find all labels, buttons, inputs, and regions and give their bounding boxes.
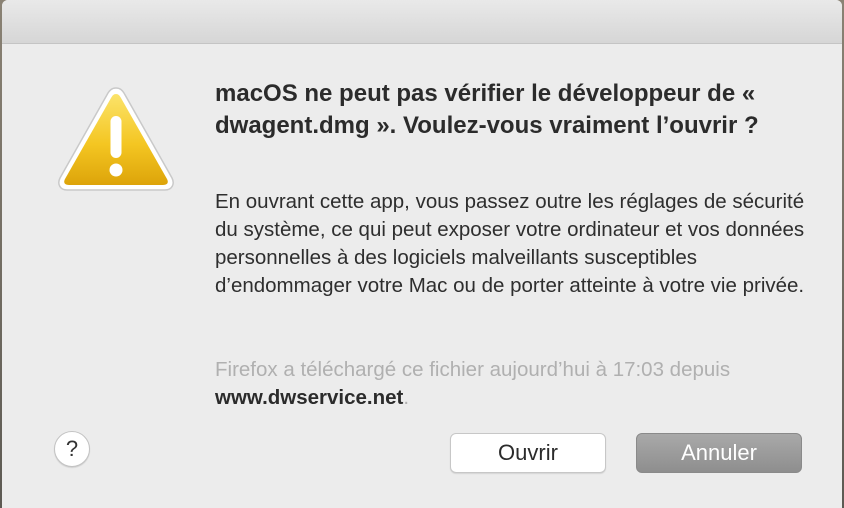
download-source-line: Firefox a téléchargé ce fichier aujourd’… [215,356,815,412]
download-source-url: www.dwservice.net [215,386,404,409]
security-alert-dialog: macOS ne peut pas vérifier le développeu… [2,0,842,508]
dialog-titlebar [2,0,842,44]
download-source-text: Firefox a téléchargé ce fichier aujourd’… [215,358,731,381]
open-button-label: Ouvrir [498,440,558,465]
open-button[interactable]: Ouvrir [450,433,606,473]
dialog-body: En ouvrant cette app, vous passez outre … [215,190,805,297]
warning-icon [58,87,174,191]
download-source-period: . [403,386,410,409]
cancel-button[interactable]: Annuler [636,433,802,473]
help-label: ? [65,436,79,461]
dialog-headline: macOS ne peut pas vérifier le développeu… [215,80,759,139]
help-button[interactable]: ? [54,431,90,467]
cancel-button-label: Annuler [681,440,757,465]
